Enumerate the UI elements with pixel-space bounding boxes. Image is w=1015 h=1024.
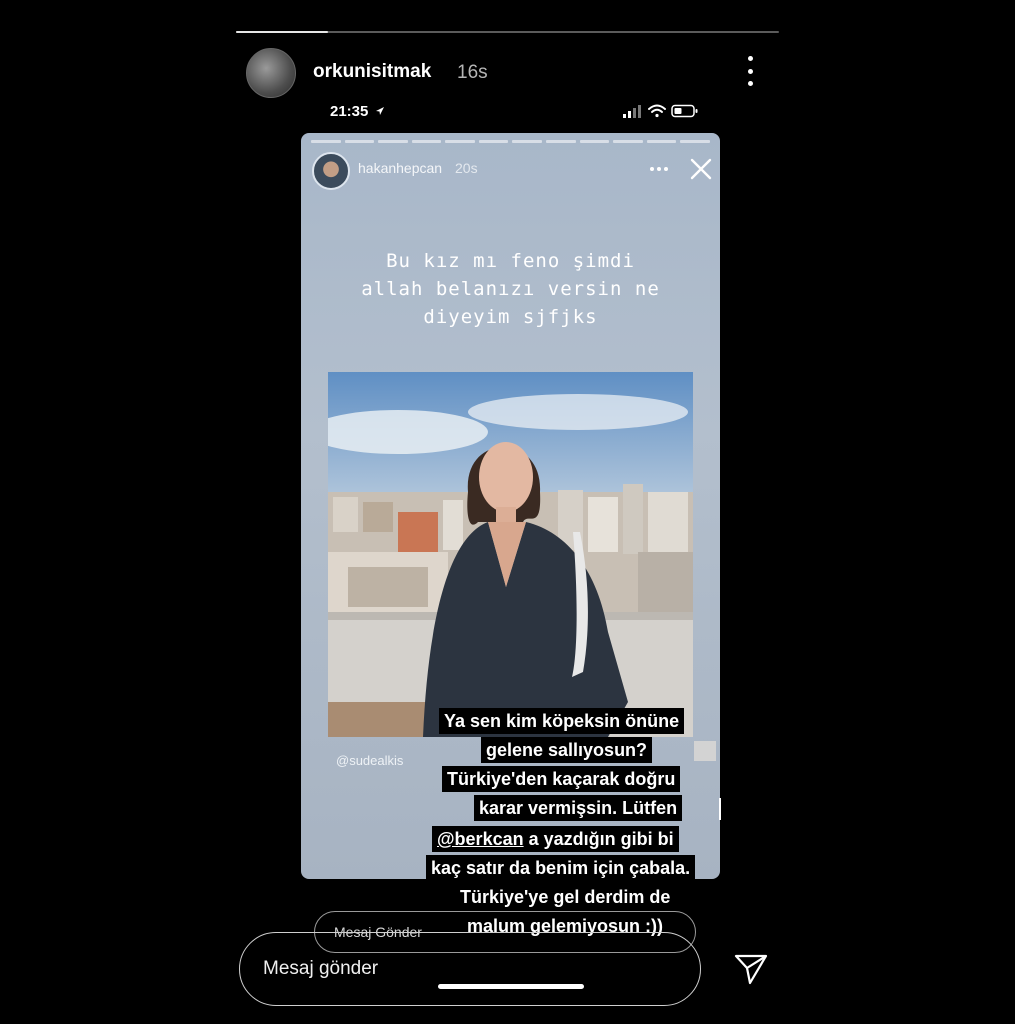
message-input-placeholder: Mesaj gönder [263, 958, 379, 979]
photo-mention-tag[interactable]: @sudealkis [336, 753, 403, 768]
story-time-ago: 16s [457, 62, 488, 83]
story-typed-line-3: diyeyim sjfjks [423, 306, 598, 328]
story-photo [328, 372, 693, 737]
inner-story-time-ago: 20s [455, 160, 478, 176]
more-vertical-icon[interactable] [742, 56, 758, 86]
story-typed-line-2: allah belanızı versin ne [361, 278, 660, 300]
text-cursor [719, 798, 721, 820]
wifi-icon [648, 104, 666, 118]
battery-icon [671, 104, 698, 118]
comment-line-3: Türkiye'den kaçarak doğru [442, 766, 681, 792]
signal-icon [623, 105, 641, 118]
comment-line-4: karar vermişsin. Lütfen [474, 795, 683, 821]
location-arrow-icon [375, 107, 384, 115]
more-horizontal-icon[interactable] [650, 167, 668, 171]
status-bar-time: 21:35 [330, 103, 385, 120]
status-icons [623, 104, 698, 118]
comment-line-1: Ya sen kim köpeksin önüne [439, 708, 685, 734]
inner-story-progress [311, 140, 710, 143]
paper-plane-icon[interactable] [733, 952, 769, 986]
status-time-text: 21:35 [330, 103, 369, 120]
comment-mention[interactable]: @berkcan [437, 829, 524, 849]
comment-line-5: @berkcan a yazdığın gibi bi [432, 826, 679, 852]
story-username[interactable]: orkunisitmak [313, 61, 431, 83]
home-indicator [438, 984, 584, 989]
comment-line-2: gelene sallıyosun? [481, 737, 653, 763]
comment-line-5-text: a yazdığın gibi bi [528, 829, 674, 849]
story-typed-line-1: Bu kız mı feno şimdi [386, 250, 635, 272]
avatar[interactable] [246, 48, 296, 98]
comment-line-6: kaç satır da benim için çabala. [426, 855, 696, 881]
comment-line-7: Türkiye'ye gel derdim de [455, 884, 676, 910]
story-progress-fill [236, 31, 328, 33]
close-icon[interactable] [690, 158, 712, 180]
inner-avatar[interactable] [312, 152, 350, 190]
comment-highlight-gap [694, 741, 716, 761]
inner-story-username[interactable]: hakanhepcan [358, 160, 442, 176]
